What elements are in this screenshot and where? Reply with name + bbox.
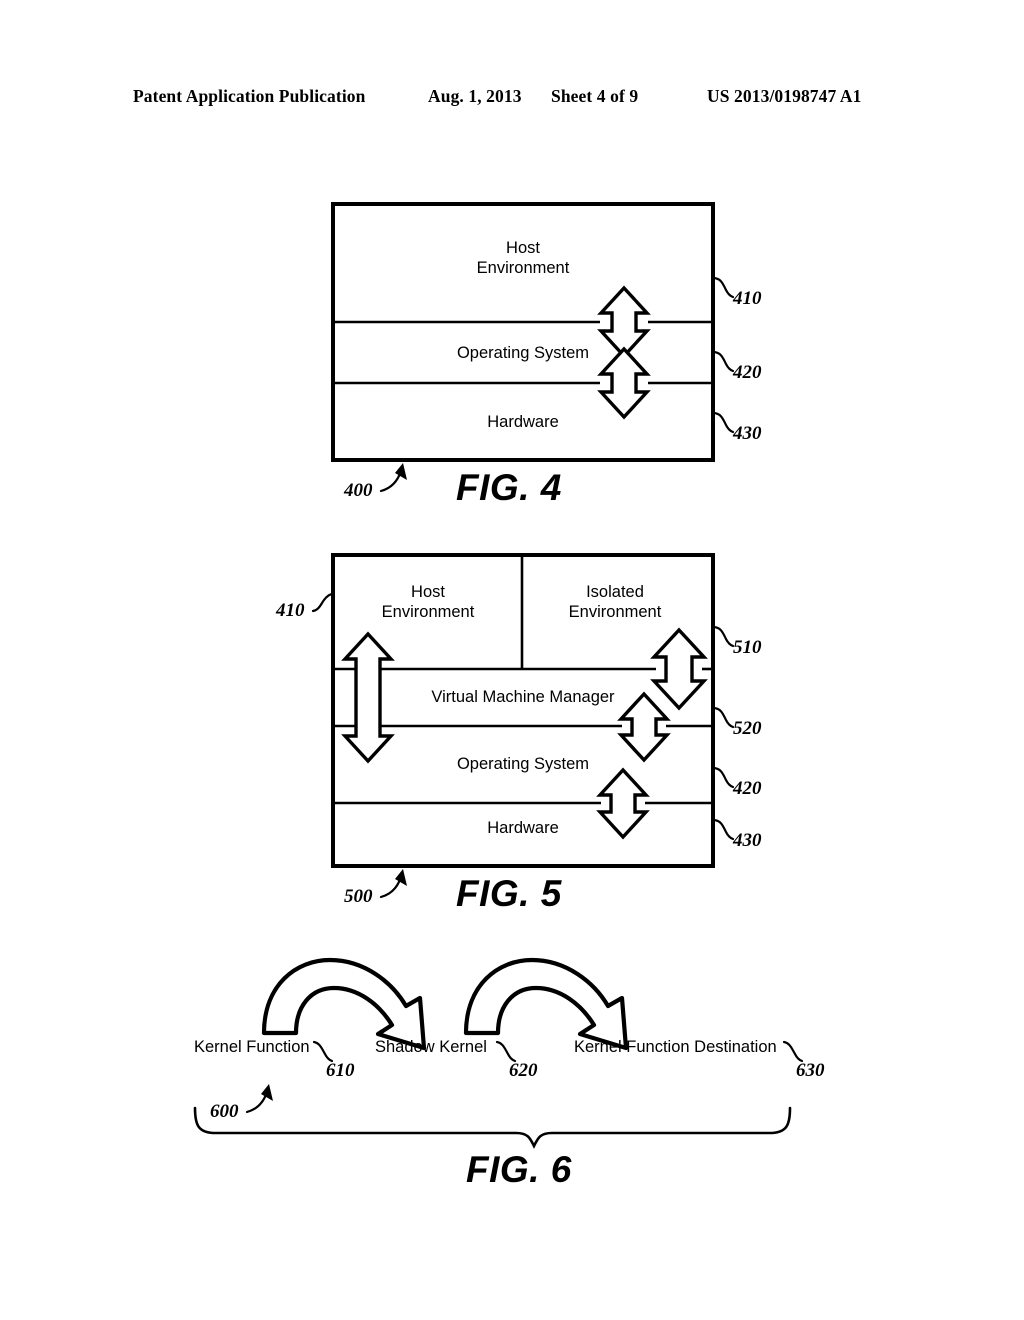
- fig6-swoosh-arrow-1: [261, 957, 427, 1051]
- fig5-ref-510: 510: [733, 637, 762, 658]
- header-date: Aug. 1, 2013: [428, 86, 522, 106]
- fig4-ref-410: 410: [732, 288, 762, 309]
- fig4-leader-430: [711, 411, 735, 434]
- fig6-leader-600-arrowhead: [261, 1084, 273, 1101]
- fig4-title: FIG. 4: [456, 467, 562, 508]
- figure-5-svg: Host Environment Isolated Environment Vi…: [275, 553, 762, 914]
- header-patent-number: US 2013/0198747 A1: [707, 86, 862, 106]
- fig5-title: FIG. 5: [456, 873, 563, 914]
- fig5-double-arrow-tall-left: [341, 631, 395, 764]
- fig6-ref-600: 600: [210, 1101, 239, 1122]
- fig5-band-1-label-line1: Isolated: [586, 583, 644, 601]
- fig5-leader-430: [711, 818, 735, 841]
- fig4-band-1-label-line1: Operating System: [457, 344, 589, 362]
- header-sheet: Sheet 4 of 9: [551, 86, 639, 106]
- fig5-leader-510: [711, 625, 735, 648]
- fig5-leader-420: [711, 766, 735, 789]
- fig4-band-0-label-line2: Environment: [477, 259, 570, 277]
- fig5-ref-500: 500: [344, 886, 373, 907]
- fig5-band-0-label-line1: Host: [411, 583, 445, 601]
- fig6-ref-630: 630: [796, 1060, 825, 1081]
- fig5-ref-420: 420: [732, 778, 762, 799]
- figure-4: Host Environment Operating System Hardwa…: [0, 180, 1024, 520]
- fig4-double-arrow-os-hw: [597, 346, 651, 420]
- fig6-node-1-label: Shadow Kernel: [375, 1038, 487, 1056]
- fig6-leader-620: [495, 1040, 517, 1063]
- fig4-double-arrow-host-os: [597, 285, 651, 359]
- fig4-band-2-label-line1: Hardware: [487, 413, 559, 431]
- fig4-leader-410: [711, 276, 735, 299]
- fig5-double-arrow-os-hw: [596, 767, 650, 840]
- fig4-leader-420: [711, 350, 735, 373]
- fig5-band-4-label-line1: Hardware: [487, 819, 559, 837]
- fig5-ref-430: 430: [732, 830, 762, 851]
- fig4-leader-400-arrowhead: [395, 463, 407, 480]
- figure-6: Kernel Function 610 Shadow Kernel 620 Ke…: [0, 930, 1024, 1200]
- fig4-ref-420: 420: [732, 362, 762, 383]
- page-header: Patent Application Publication Aug. 1, 2…: [0, 86, 1024, 114]
- fig6-title: FIG. 6: [466, 1149, 572, 1190]
- header-publication: Patent Application Publication: [133, 86, 366, 106]
- fig5-leader-410: [311, 592, 335, 613]
- fig6-swoosh-2-path: [463, 957, 629, 1051]
- fig6-bottom-brace: [193, 1106, 792, 1149]
- fig5-double-arrow-top-vmm-right: [650, 627, 708, 711]
- fig6-ref-620: 620: [509, 1060, 538, 1081]
- fig5-band-3-label-line1: Operating System: [457, 755, 589, 773]
- fig6-swoosh-1-path: [261, 957, 427, 1051]
- fig6-swoosh-arrow-2: [463, 957, 629, 1051]
- fig6-leader-610: [312, 1040, 334, 1063]
- fig5-leader-520: [711, 706, 735, 729]
- fig5-ref-410: 410: [275, 600, 305, 621]
- fig4-band-0-label-line1: Host: [506, 239, 540, 257]
- fig6-node-2-label: Kernel Function Destination: [574, 1038, 777, 1056]
- fig5-double-arrow-vmm-os: [617, 691, 671, 763]
- fig4-ref-430: 430: [732, 423, 762, 444]
- figure-4-svg: Host Environment Operating System Hardwa…: [331, 202, 762, 508]
- fig6-ref-610: 610: [326, 1060, 355, 1081]
- fig5-band-1-label-line2: Environment: [569, 603, 662, 621]
- fig5-ref-520: 520: [733, 718, 762, 739]
- fig5-band-2-label-line1: Virtual Machine Manager: [431, 688, 615, 706]
- figure-5: Host Environment Isolated Environment Vi…: [0, 530, 1024, 940]
- fig5-band-0-label-line2: Environment: [382, 603, 475, 621]
- fig6-node-0-label: Kernel Function: [194, 1038, 310, 1056]
- figure-6-svg: Kernel Function 610 Shadow Kernel 620 Ke…: [193, 957, 825, 1190]
- fig6-leader-630: [782, 1040, 804, 1063]
- fig4-ref-400: 400: [343, 480, 373, 501]
- fig5-leader-500-arrowhead: [395, 869, 407, 886]
